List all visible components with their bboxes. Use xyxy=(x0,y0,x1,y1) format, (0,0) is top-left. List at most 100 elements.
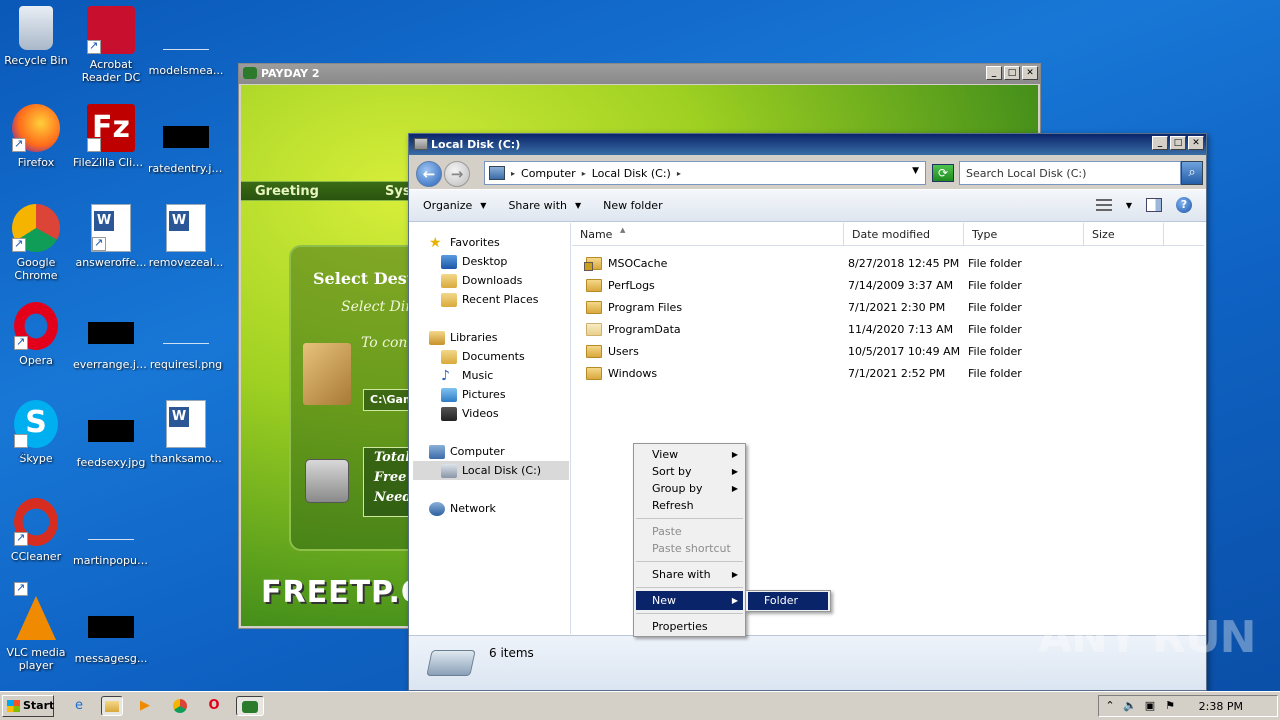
submenu-item-folder[interactable]: Folder xyxy=(748,592,828,610)
preview-pane-icon[interactable] xyxy=(1146,198,1162,212)
help-icon[interactable]: ? xyxy=(1176,197,1192,213)
nav-label: Libraries xyxy=(450,331,498,344)
desktop-icon-file[interactable]: modelsmea... xyxy=(148,6,224,77)
chevron-down-icon[interactable]: ▼ xyxy=(912,166,919,176)
nav-computer[interactable]: Computer xyxy=(429,442,505,461)
desktop-icon-filezilla[interactable]: Fz FileZilla Client xyxy=(73,104,149,185)
column-header-name[interactable]: Name ▲ xyxy=(572,223,844,246)
nav-local-disk[interactable]: Local Disk (C:) xyxy=(413,461,569,480)
chevron-down-icon[interactable]: ▼ xyxy=(1126,201,1132,210)
tab-system[interactable]: Sys xyxy=(385,184,411,199)
forward-button[interactable]: → xyxy=(444,161,470,187)
nav-network[interactable]: Network xyxy=(429,499,496,518)
address-bar[interactable]: ▸ Computer ▸ Local Disk (C:) ▸ ▼ xyxy=(484,161,926,185)
nav-desktop[interactable]: Desktop xyxy=(441,252,507,271)
nav-music[interactable]: ♪ Music xyxy=(441,366,493,385)
desktop-icon-recycle-bin[interactable]: Recycle Bin xyxy=(0,6,74,67)
menu-item-share-with[interactable]: Share with ▶ xyxy=(636,566,743,583)
nav-downloads[interactable]: Downloads xyxy=(441,271,522,290)
menu-item-paste-shortcut[interactable]: Paste shortcut xyxy=(636,540,743,557)
minimize-button[interactable]: _ xyxy=(1152,136,1168,150)
explorer-titlebar[interactable]: Local Disk (C:) _ □ ✕ xyxy=(409,134,1206,155)
chevron-up-icon[interactable]: ⌃ xyxy=(1103,699,1117,713)
folder-icon xyxy=(584,256,602,271)
menu-item-properties[interactable]: Properties xyxy=(636,618,743,635)
desktop-icon-firefox[interactable]: Firefox xyxy=(0,104,74,169)
desktop-icon-file[interactable]: ratedentry.jpg xyxy=(148,104,224,175)
recent-places-icon xyxy=(441,292,457,307)
maximize-button[interactable]: □ xyxy=(1170,136,1186,150)
opera-taskbar-icon[interactable]: O xyxy=(203,696,225,716)
column-header-type[interactable]: Type xyxy=(964,223,1084,246)
desktop-icon-label: feedsexy.jpg xyxy=(76,456,146,469)
clock[interactable]: 2:38 PM xyxy=(1199,700,1243,713)
internet-explorer-icon[interactable]: e xyxy=(68,696,90,716)
organize-button[interactable]: Organize ▼ xyxy=(423,199,486,212)
desktop-icon-file[interactable]: martinpopul... xyxy=(73,498,149,567)
desktop-icon-file[interactable]: everrange.jpg xyxy=(73,302,149,371)
breadcrumb-computer[interactable]: Computer xyxy=(521,167,576,180)
menu-item-sort-by[interactable]: Sort by ▶ xyxy=(636,463,743,480)
share-with-button[interactable]: Share with ▼ xyxy=(508,199,581,212)
desktop-icon-file[interactable]: messagesg... xyxy=(73,596,149,665)
menu-item-group-by[interactable]: Group by ▶ xyxy=(636,480,743,497)
media-player-icon[interactable]: ▶ xyxy=(134,696,156,716)
music-icon: ♪ xyxy=(441,367,450,384)
desktop-icon-acrobat[interactable]: Acrobat Reader DC xyxy=(73,6,149,84)
desktop-icon-vlc[interactable]: VLC media player xyxy=(0,581,74,672)
desktop-icon-file[interactable]: W thanksamo... xyxy=(148,400,224,465)
new-folder-button[interactable]: New folder xyxy=(603,199,662,212)
payday-taskbar-icon[interactable] xyxy=(236,696,264,716)
nav-documents[interactable]: Documents xyxy=(441,347,525,366)
vlc-icon xyxy=(14,581,56,640)
desktop-icon-file[interactable]: W answeroffe... xyxy=(73,204,149,269)
refresh-button[interactable]: ⟳ xyxy=(932,164,954,182)
speaker-icon[interactable]: 🔈 xyxy=(1123,699,1137,713)
back-button[interactable]: ← xyxy=(416,161,442,187)
file-name: Program Files xyxy=(608,300,683,314)
desktop-icon-file[interactable]: W removezeal... xyxy=(148,204,224,269)
chevron-down-icon: ▼ xyxy=(575,201,582,210)
nav-libraries[interactable]: Libraries xyxy=(429,328,498,347)
downloads-icon xyxy=(441,273,457,288)
view-options-icon[interactable] xyxy=(1095,199,1112,211)
navigation-pane: ★ Favorites Desktop Downloads Recent Plac… xyxy=(409,223,571,634)
menu-item-refresh[interactable]: Refresh xyxy=(636,497,743,514)
desktop-icon-label: requiresl.png xyxy=(149,358,223,371)
nav-label: Desktop xyxy=(462,255,508,268)
payday-titlebar[interactable]: PAYDAY 2 _ □ ✕ xyxy=(239,64,1040,84)
acrobat-icon xyxy=(87,6,135,54)
menu-item-paste[interactable]: Paste xyxy=(636,523,743,540)
start-button[interactable]: Start xyxy=(2,695,54,717)
payday-title: PAYDAY 2 xyxy=(261,67,320,80)
file-date: 7/1/2021 2:52 PM xyxy=(848,366,946,380)
explorer-taskbar-icon[interactable] xyxy=(101,696,123,716)
search-icon[interactable]: ⌕ xyxy=(1181,161,1203,185)
column-header-size[interactable]: Size xyxy=(1084,223,1164,246)
nav-videos[interactable]: Videos xyxy=(441,404,499,423)
chrome-taskbar-icon[interactable] xyxy=(169,696,191,716)
desktop-icon-skype[interactable]: S Skype xyxy=(0,400,74,479)
nav-recent-places[interactable]: Recent Places xyxy=(441,290,539,309)
menu-item-new[interactable]: New ▶ xyxy=(636,591,743,610)
desktop-icon-opera[interactable]: Opera xyxy=(0,302,74,367)
nav-pictures[interactable]: Pictures xyxy=(441,385,506,404)
flag-icon[interactable]: ⚑ xyxy=(1163,699,1177,713)
search-input[interactable]: Search Local Disk (C:) xyxy=(959,161,1181,185)
tab-greeting[interactable]: Greeting xyxy=(255,184,319,199)
desktop-icon-file[interactable]: feedsexy.jpg xyxy=(73,400,149,469)
network-tray-icon[interactable]: ▣ xyxy=(1143,699,1157,713)
nav-favorites[interactable]: ★ Favorites xyxy=(429,233,500,252)
close-button[interactable]: ✕ xyxy=(1188,136,1204,150)
menu-item-view[interactable]: View ▶ xyxy=(636,446,743,463)
close-button[interactable]: ✕ xyxy=(1022,66,1038,80)
minimize-button[interactable]: _ xyxy=(986,66,1002,80)
word-document-icon: W xyxy=(166,400,206,448)
breadcrumb-local-disk[interactable]: Local Disk (C:) xyxy=(592,167,671,180)
column-header-date[interactable]: Date modified xyxy=(844,223,964,246)
desktop-icon-file[interactable]: requiresl.png xyxy=(148,302,224,371)
file-date: 10/5/2017 10:49 AM xyxy=(848,344,961,358)
maximize-button[interactable]: □ xyxy=(1004,66,1020,80)
desktop-icon-ccleaner[interactable]: CCleaner xyxy=(0,498,74,563)
desktop-icon-chrome[interactable]: Google Chrome xyxy=(0,204,74,282)
